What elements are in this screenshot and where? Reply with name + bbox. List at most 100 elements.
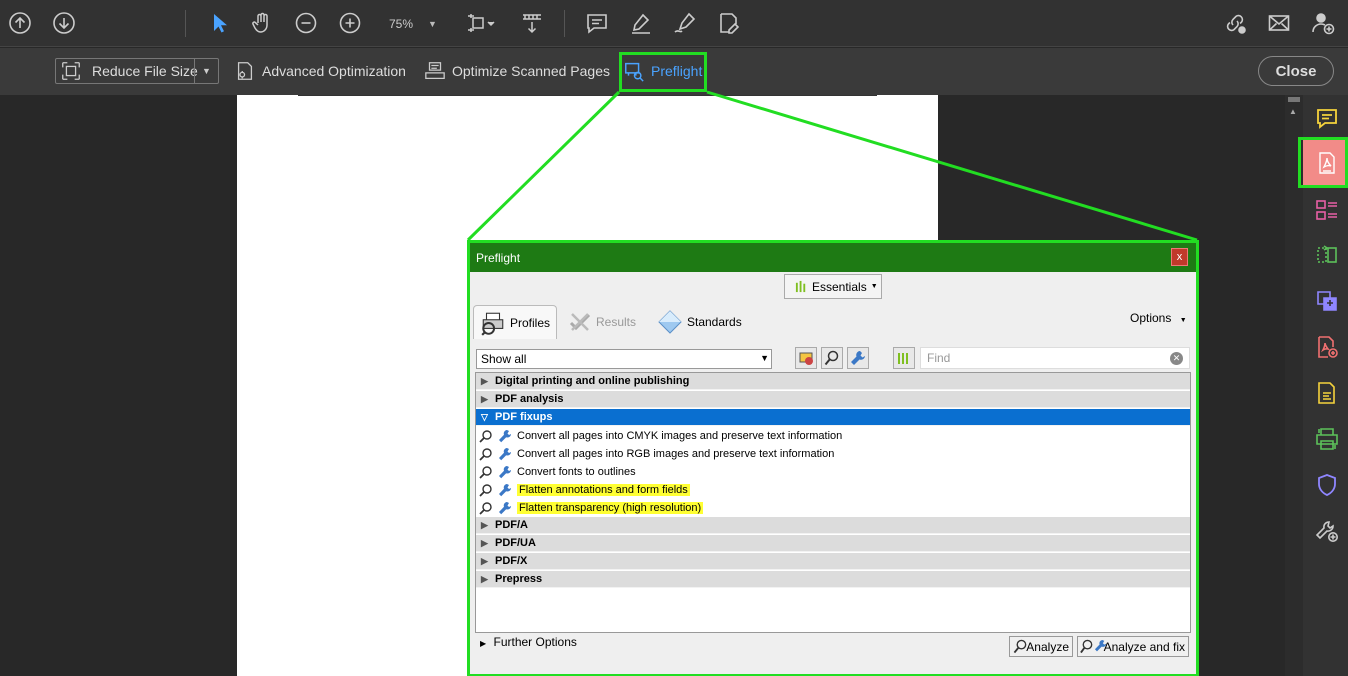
reduce-file-size-button[interactable]: Reduce File Size ▼ <box>55 58 219 84</box>
tree-group[interactable]: ▶ Digital printing and online publishing <box>476 373 1190 390</box>
list-item[interactable]: Convert all pages into CMYK images and p… <box>476 427 1190 445</box>
bar-chart-icon <box>898 353 908 364</box>
email-icon[interactable] <box>1264 8 1294 38</box>
analyze-fix-icon <box>1080 639 1107 654</box>
tree-group-label: Prepress <box>495 573 543 585</box>
fixup-button[interactable] <box>847 347 869 369</box>
tab-profiles[interactable]: Profiles <box>473 305 557 339</box>
essentials-toggle-button[interactable] <box>893 347 915 369</box>
list-item-label: Convert all pages into RGB images and pr… <box>517 448 835 460</box>
scrollbar-thumb[interactable] <box>1288 97 1300 102</box>
advanced-optimization-icon <box>237 62 253 80</box>
create-pdf-icon[interactable] <box>1314 334 1340 360</box>
tree-group[interactable]: ▶ PDF/X <box>476 553 1190 570</box>
expand-arrow-icon[interactable]: ▶ <box>481 520 488 531</box>
optimize-scanned-pages-button[interactable]: Optimize Scanned Pages <box>424 58 610 84</box>
tree-group-label: PDF/X <box>495 555 528 567</box>
zoom-value: 75% <box>389 17 414 31</box>
fill-sign-icon[interactable] <box>714 8 744 38</box>
check-fixup-icon <box>479 448 511 461</box>
options-menu[interactable]: Options ▼ <box>1130 311 1187 325</box>
advanced-optimization-button[interactable]: Advanced Optimization <box>234 58 406 84</box>
analyze-and-fix-button[interactable]: Analyze and fix <box>1077 636 1189 657</box>
scroll-up-arrow-icon[interactable]: ▲ <box>1289 107 1297 116</box>
list-item-label: Convert fonts to outlines <box>517 466 636 478</box>
scroll-mode-icon[interactable] <box>517 8 547 38</box>
further-options-label: Further Options <box>493 635 577 649</box>
tab-standards[interactable]: Standards <box>658 305 742 339</box>
zoom-out-icon[interactable] <box>291 8 321 38</box>
select-cursor-icon[interactable] <box>204 8 234 38</box>
list-item[interactable]: Flatten transparency (high resolution) <box>476 499 1190 517</box>
essentials-dropdown[interactable]: Essentials ▼ <box>784 274 882 299</box>
analyze-button[interactable]: Analyze <box>1009 636 1073 657</box>
profiles-tree[interactable]: ▶ Digital printing and online publishing… <box>475 372 1191 633</box>
tree-group[interactable]: ▶ PDF/UA <box>476 535 1190 552</box>
expand-arrow-icon[interactable]: ▶ <box>481 394 488 405</box>
tree-group-label: PDF fixups <box>495 411 553 423</box>
preflight-highlight-box <box>619 52 707 92</box>
compare-icon[interactable] <box>1314 242 1340 268</box>
magnifier-icon <box>824 350 839 366</box>
tree-group-selected[interactable]: ▽ PDF fixups <box>476 409 1190 426</box>
collapse-arrow-icon[interactable]: ▽ <box>481 412 488 423</box>
library-button[interactable] <box>795 347 817 369</box>
fill-sign-tool-icon[interactable] <box>1314 380 1340 406</box>
find-input[interactable]: Find ✕ <box>920 347 1190 369</box>
check-button[interactable] <box>821 347 843 369</box>
highlight-pen-icon[interactable] <box>626 8 656 38</box>
tab-results[interactable]: Results <box>568 305 636 339</box>
add-user-icon[interactable] <box>1308 8 1338 38</box>
options-label: Options <box>1130 311 1172 325</box>
chevron-down-icon[interactable]: ▼ <box>194 59 218 83</box>
tree-group[interactable]: ▶ Prepress <box>476 571 1190 588</box>
protect-icon[interactable] <box>1314 472 1340 498</box>
results-icon <box>569 313 591 331</box>
export-pdf-icon[interactable] <box>1314 288 1340 314</box>
wrench-icon <box>851 351 865 365</box>
tree-group-label: PDF/A <box>495 519 528 531</box>
expand-arrow-icon[interactable]: ▶ <box>481 574 488 585</box>
preflight-dialog: Preflight x Essentials ▼ Profiles Result… <box>470 243 1196 674</box>
list-item[interactable]: Convert all pages into RGB images and pr… <box>476 445 1190 463</box>
page-up-icon[interactable] <box>5 8 35 38</box>
expand-arrow-icon: ▶ <box>480 639 487 648</box>
main-toolbar: 75% ▼ <box>0 0 1348 47</box>
dialog-close-button[interactable]: x <box>1171 248 1188 266</box>
list-item-label-highlighted: Flatten transparency (high resolution) <box>517 502 704 514</box>
clear-search-icon[interactable]: ✕ <box>1170 352 1183 365</box>
zoom-select[interactable]: 75% ▼ <box>382 12 442 36</box>
expand-arrow-icon[interactable]: ▶ <box>481 538 488 549</box>
tree-group[interactable]: ▶ PDF/A <box>476 517 1190 534</box>
link-share-icon[interactable] <box>1220 8 1250 38</box>
profile-filter-select[interactable]: Show all ▼ <box>476 349 772 369</box>
dialog-title-bar[interactable]: Preflight x <box>470 243 1196 272</box>
check-fixup-icon <box>479 502 511 515</box>
tree-group[interactable]: ▶ PDF analysis <box>476 391 1190 408</box>
check-fixup-icon <box>479 466 511 479</box>
comment-icon[interactable] <box>582 8 612 38</box>
chevron-down-icon: ▼ <box>760 353 769 363</box>
tree-group-label: PDF/UA <box>495 537 536 549</box>
tab-profiles-label: Profiles <box>510 315 551 330</box>
zoom-in-icon[interactable] <box>335 8 365 38</box>
list-item[interactable]: Flatten annotations and form fields <box>476 481 1190 499</box>
further-options-toggle[interactable]: ▶ Further Options <box>480 635 577 649</box>
expand-arrow-icon[interactable]: ▶ <box>481 556 488 567</box>
organize-pages-icon[interactable] <box>1314 197 1340 223</box>
print-production-icon[interactable] <box>1314 426 1340 452</box>
profile-filter-value: Show all <box>481 352 527 366</box>
more-tools-icon[interactable] <box>1314 518 1340 544</box>
expand-arrow-icon[interactable]: ▶ <box>481 376 488 387</box>
page-rule <box>298 95 877 96</box>
hand-tool-icon[interactable] <box>247 8 277 38</box>
comment-tool-icon[interactable] <box>1314 106 1340 132</box>
fit-page-icon[interactable] <box>462 8 502 38</box>
sign-icon[interactable] <box>670 8 700 38</box>
page-down-icon[interactable] <box>49 8 79 38</box>
list-item[interactable]: Convert fonts to outlines <box>476 463 1190 481</box>
toolbar-divider <box>564 10 565 37</box>
close-button[interactable]: Close <box>1258 56 1334 86</box>
profiles-icon <box>481 312 504 336</box>
analyze-and-fix-label: Analyze and fix <box>1103 639 1185 654</box>
